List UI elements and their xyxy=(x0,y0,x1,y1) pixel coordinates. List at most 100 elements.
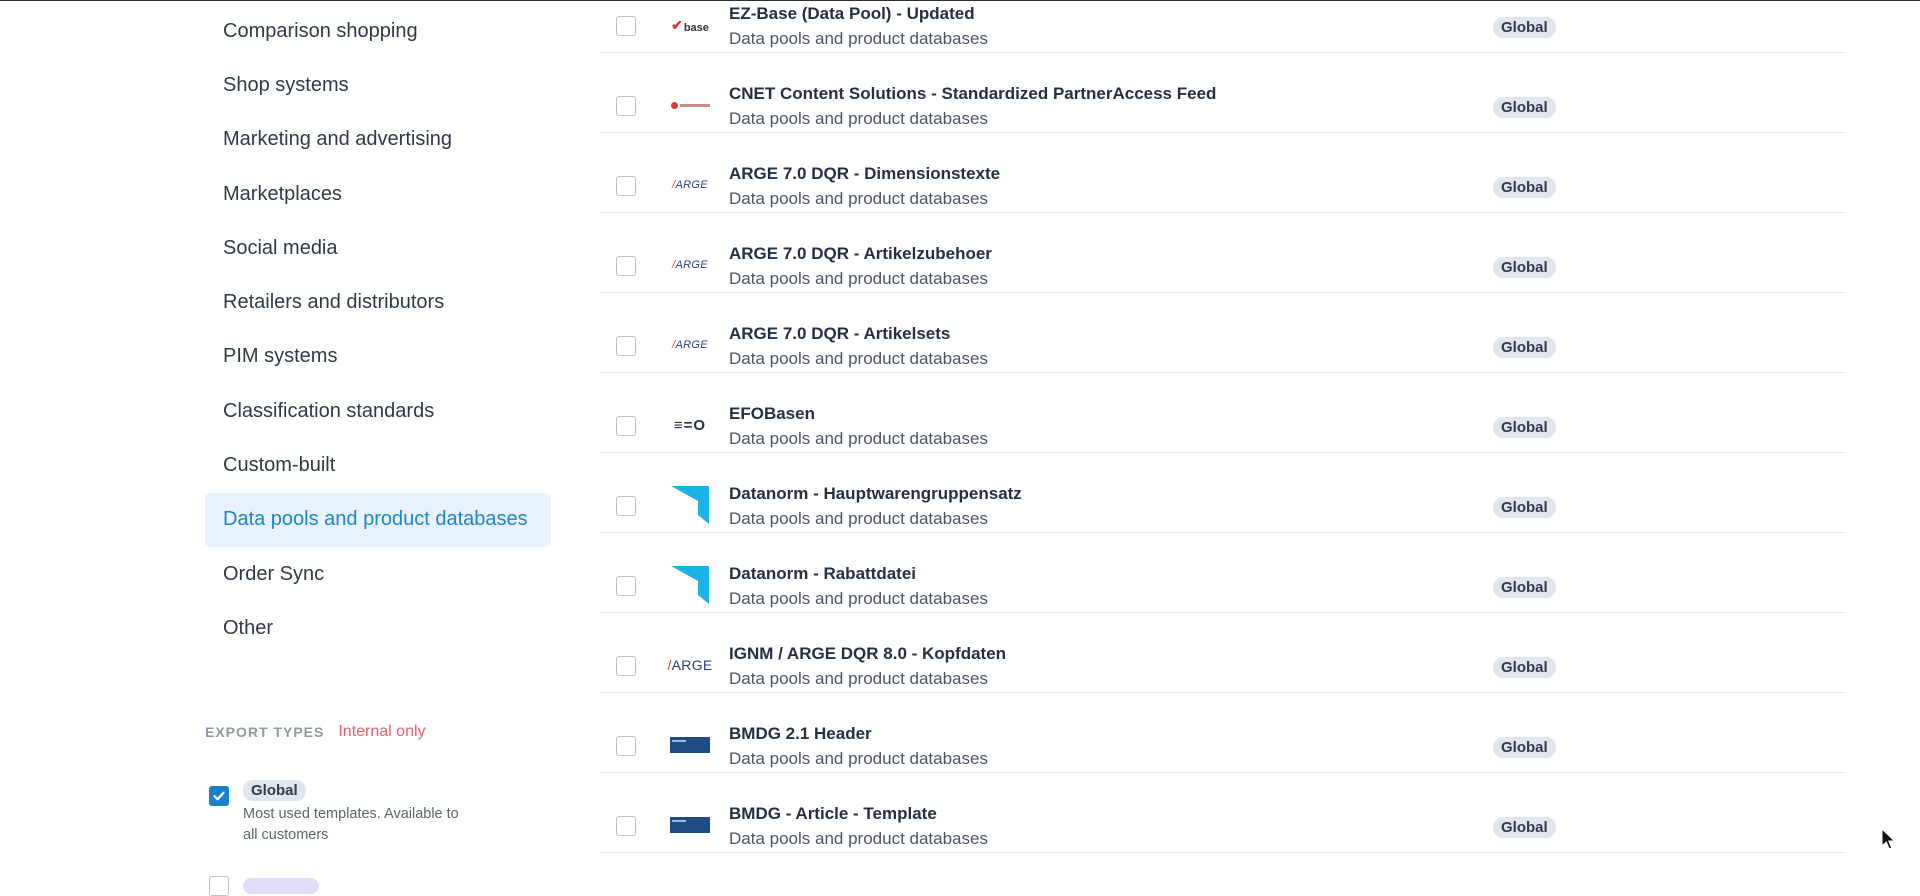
template-category: Data pools and product databases xyxy=(729,589,988,608)
template-row[interactable]: /ARGE ARGE 7.0 DQR - Artikelzubehoer Data … xyxy=(601,213,1845,293)
template-row[interactable]: /ARGE IGNM / ARGE DQR 8.0 - Kopfdaten Data… xyxy=(601,613,1845,693)
export-type-global[interactable]: Global Most used templates. Available to… xyxy=(209,780,463,846)
row-checkbox[interactable] xyxy=(616,736,636,756)
template-category: Data pools and product databases xyxy=(729,109,988,128)
template-title[interactable]: EFOBasen xyxy=(729,404,815,424)
template-title[interactable]: ARGE 7.0 DQR - Dimensionstexte xyxy=(729,164,1000,184)
template-row[interactable]: Datanorm - Rabattdatei Data pools and pro… xyxy=(601,533,1845,613)
template-logo: /ARGE xyxy=(667,651,713,679)
template-title[interactable]: CNET Content Solutions - Standardized Pa… xyxy=(729,84,1216,104)
template-category: Data pools and product databases xyxy=(729,349,988,368)
template-category: Data pools and product databases xyxy=(729,269,988,288)
bmdg-logo xyxy=(670,737,710,753)
template-badge: Global xyxy=(1493,817,1556,838)
template-logo: /ARGE xyxy=(669,331,711,359)
template-logo: ✔ base xyxy=(669,11,711,39)
sidebar-item-social-media[interactable]: Social media xyxy=(205,221,551,275)
template-category: Data pools and product databases xyxy=(729,29,988,48)
template-row[interactable]: ≡=O EFOBasen Data pools and product databa… xyxy=(601,373,1845,453)
row-checkbox[interactable] xyxy=(616,96,636,116)
template-badge: Global xyxy=(1493,257,1556,278)
arge-logo: /ARGE xyxy=(667,657,713,673)
datanorm-logo xyxy=(671,566,709,604)
template-category: Data pools and product databases xyxy=(729,189,988,208)
template-title[interactable]: BMDG 2.1 Header xyxy=(729,724,872,744)
template-category: Data pools and product databases xyxy=(729,749,988,768)
export-type-badge: Global xyxy=(243,780,306,801)
row-checkbox[interactable] xyxy=(616,176,636,196)
sidebar-item-other[interactable]: Other xyxy=(205,601,551,655)
sidebar-item-data-pools-and-product-databases[interactable]: Data pools and product databases xyxy=(205,492,551,547)
mouse-cursor-icon xyxy=(1881,828,1896,850)
template-row[interactable]: BMDG 2.1 Header Data pools and product da… xyxy=(601,693,1845,773)
template-row[interactable]: /ARGE ARGE 7.0 DQR - Artikelsets Data pool… xyxy=(601,293,1845,373)
datanorm-logo xyxy=(671,486,709,524)
sidebar-item-marketplaces[interactable]: Marketplaces xyxy=(205,167,551,221)
check-icon xyxy=(213,791,225,801)
row-checkbox[interactable] xyxy=(616,16,636,36)
ezbase-logo: ✔ base xyxy=(671,16,709,34)
template-badge: Global xyxy=(1493,17,1556,38)
row-checkbox[interactable] xyxy=(616,416,636,436)
row-checkbox[interactable] xyxy=(616,336,636,356)
arge-logo: /ARGE xyxy=(672,179,708,191)
template-title[interactable]: EZ-Base (Data Pool) - Updated xyxy=(729,4,975,24)
category-list: Comparison shopping Shop systems Marketing… xyxy=(205,4,551,656)
template-category: Data pools and product databases xyxy=(729,429,988,448)
row-checkbox[interactable] xyxy=(616,816,636,836)
template-list: ✔ base EZ-Base (Data Pool) - Updated Data p… xyxy=(601,0,1845,853)
template-category: Data pools and product databases xyxy=(729,829,988,848)
template-title[interactable]: BMDG - Article - Template xyxy=(729,804,937,824)
template-title[interactable]: ARGE 7.0 DQR - Artikelzubehoer xyxy=(729,244,992,264)
bmdg-logo xyxy=(670,817,710,833)
export-type-next[interactable] xyxy=(209,876,319,896)
sidebar-item-shop-systems[interactable]: Shop systems xyxy=(205,58,551,112)
export-type-badge xyxy=(243,878,319,894)
template-logo: /ARGE xyxy=(669,171,711,199)
efo-logo: ≡=O xyxy=(673,416,707,434)
sidebar-item-classification-standards[interactable]: Classification standards xyxy=(205,384,551,438)
export-type-checkbox[interactable] xyxy=(209,876,229,896)
arge-logo: /ARGE xyxy=(672,259,708,271)
sidebar-item-comparison-shopping[interactable]: Comparison shopping xyxy=(205,4,551,58)
export-types-title: EXPORT TYPES xyxy=(205,724,325,740)
template-logo: /ARGE xyxy=(669,251,711,279)
row-checkbox[interactable] xyxy=(616,496,636,516)
sidebar-item-marketing-and-advertising[interactable]: Marketing and advertising xyxy=(205,113,551,167)
template-title[interactable]: Datanorm - Hauptwarengruppensatz xyxy=(729,484,1022,504)
sidebar-item-pim-systems[interactable]: PIM systems xyxy=(205,330,551,384)
cnet-logo xyxy=(670,101,710,109)
row-checkbox[interactable] xyxy=(616,656,636,676)
template-badge: Global xyxy=(1493,497,1556,518)
sidebar-item-custom-built[interactable]: Custom-built xyxy=(205,438,551,492)
template-logo xyxy=(669,91,711,119)
row-checkbox[interactable] xyxy=(616,256,636,276)
template-badge: Global xyxy=(1493,577,1556,598)
template-category: Data pools and product databases xyxy=(729,669,988,688)
export-types-header: EXPORT TYPES Internal only xyxy=(205,723,426,741)
template-badge: Global xyxy=(1493,657,1556,678)
row-checkbox[interactable] xyxy=(616,576,636,596)
template-badge: Global xyxy=(1493,337,1556,358)
template-category: Data pools and product databases xyxy=(729,509,988,528)
template-badge: Global xyxy=(1493,417,1556,438)
template-badge: Global xyxy=(1493,177,1556,198)
template-logo xyxy=(669,486,711,524)
template-badge: Global xyxy=(1493,737,1556,758)
template-row[interactable]: Datanorm - Hauptwarengruppensatz Data poo… xyxy=(601,453,1845,533)
template-title[interactable]: Datanorm - Rabattdatei xyxy=(729,564,916,584)
template-logo: ≡=O xyxy=(669,411,711,439)
template-logo xyxy=(669,731,711,759)
export-type-checkbox[interactable] xyxy=(209,786,229,806)
arge-logo: /ARGE xyxy=(672,339,708,351)
template-row[interactable]: ✔ base EZ-Base (Data Pool) - Updated Data p… xyxy=(601,0,1845,53)
template-row[interactable]: BMDG - Article - Template Data pools and … xyxy=(601,773,1845,853)
template-title[interactable]: IGNM / ARGE DQR 8.0 - Kopfdaten xyxy=(729,644,1006,664)
sidebar-item-order-sync[interactable]: Order Sync xyxy=(205,547,551,601)
template-logo xyxy=(669,811,711,839)
template-title[interactable]: ARGE 7.0 DQR - Artikelsets xyxy=(729,324,950,344)
template-row[interactable]: /ARGE ARGE 7.0 DQR - Dimensionstexte Data … xyxy=(601,133,1845,213)
template-row[interactable]: CNET Content Solutions - Standardized Pa… xyxy=(601,53,1845,133)
sidebar-item-retailers-and-distributors[interactable]: Retailers and distributors xyxy=(205,275,551,329)
export-type-description: Most used templates. Available to all cu… xyxy=(243,806,459,843)
